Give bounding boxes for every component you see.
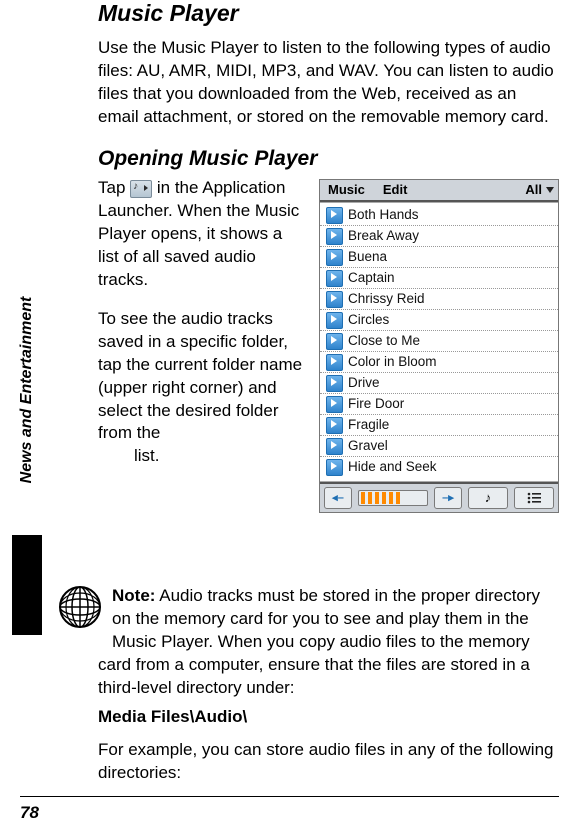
track-label: Gravel — [348, 437, 388, 455]
now-playing-button[interactable]: ♪ — [468, 487, 508, 509]
track-row[interactable]: Break Away — [320, 226, 558, 247]
side-tab-index-marker — [12, 535, 42, 635]
note-body: Audio tracks must be stored in the prope… — [98, 586, 540, 697]
intro-paragraph: Use the Music Player to listen to the fo… — [98, 37, 559, 129]
menu-music[interactable]: Music — [320, 181, 375, 199]
track-label: Fire Door — [348, 395, 404, 413]
list-icon — [527, 492, 541, 504]
opening-paragraph-2-tail: list. — [134, 445, 303, 468]
track-icon — [326, 270, 343, 287]
track-label: Drive — [348, 374, 380, 392]
folder-selector[interactable]: All — [525, 181, 558, 199]
screenshot-menubar: Music Edit All — [320, 180, 558, 202]
track-row[interactable]: Captain — [320, 268, 558, 289]
track-row[interactable]: Both Hands — [320, 205, 558, 226]
opening-pre: Tap — [98, 178, 130, 197]
track-label: Buena — [348, 248, 387, 266]
track-label: Close to Me — [348, 332, 420, 350]
track-label: Captain — [348, 269, 395, 287]
track-row[interactable]: Hide and Seek — [320, 457, 558, 477]
track-icon — [326, 354, 343, 371]
subsection-title: Opening Music Player — [98, 145, 559, 173]
track-label: Break Away — [348, 227, 419, 245]
prev-button[interactable]: ◂– — [324, 487, 352, 509]
track-row[interactable]: Fragile — [320, 415, 558, 436]
track-icon — [326, 459, 343, 476]
side-tab: News and Entertainment — [16, 250, 38, 530]
track-icon — [326, 375, 343, 392]
track-row[interactable]: Buena — [320, 247, 558, 268]
example-paragraph: For example, you can store audio files i… — [98, 739, 559, 785]
footer-rule — [20, 796, 559, 797]
folder-selector-label: All — [525, 181, 542, 199]
track-row[interactable]: Chrissy Reid — [320, 289, 558, 310]
opening-paragraph-2: To see the audio tracks saved in a speci… — [98, 308, 303, 446]
list-view-button[interactable] — [514, 487, 554, 509]
path-line: Media Files\Audio\ — [98, 706, 559, 729]
section-title: Music Player — [98, 0, 559, 27]
track-label: Circles — [348, 311, 389, 329]
track-icon — [326, 396, 343, 413]
track-icon — [326, 438, 343, 455]
track-label: Chrissy Reid — [348, 290, 425, 308]
music-player-screenshot: Music Edit All Both Hands Break Away Buena… — [319, 179, 559, 513]
track-icon — [326, 312, 343, 329]
globe-icon — [58, 585, 102, 636]
track-row[interactable]: Drive — [320, 373, 558, 394]
track-row[interactable]: Close to Me — [320, 331, 558, 352]
opening-paragraph-1: Tap in the Application Launcher. When th… — [98, 177, 303, 292]
track-row[interactable]: Color in Bloom — [320, 352, 558, 373]
chevron-down-icon — [546, 187, 554, 193]
track-row[interactable]: Gravel — [320, 436, 558, 457]
track-label: Hide and Seek — [348, 458, 437, 476]
note-lead: Note: — [112, 586, 155, 605]
progress-bar[interactable] — [358, 490, 428, 506]
music-player-launcher-icon — [130, 180, 152, 198]
menu-edit[interactable]: Edit — [375, 181, 418, 199]
side-tab-label: News and Entertainment — [18, 297, 36, 484]
track-icon — [326, 291, 343, 308]
track-icon — [326, 249, 343, 266]
note-paragraph: Note: Audio tracks must be stored in the… — [98, 585, 559, 700]
track-label: Fragile — [348, 416, 389, 434]
track-label: Both Hands — [348, 206, 419, 224]
track-icon — [326, 417, 343, 434]
track-row[interactable]: Fire Door — [320, 394, 558, 415]
track-icon — [326, 333, 343, 350]
screenshot-controls: ◂– –▸ ♪ — [320, 482, 558, 512]
track-list[interactable]: Both Hands Break Away Buena Captain Chrissy … — [320, 202, 558, 482]
track-label: Color in Bloom — [348, 353, 437, 371]
page-number: 78 — [20, 803, 39, 823]
track-row[interactable]: Circles — [320, 310, 558, 331]
next-button[interactable]: –▸ — [434, 487, 462, 509]
track-icon — [326, 207, 343, 224]
track-icon — [326, 228, 343, 245]
